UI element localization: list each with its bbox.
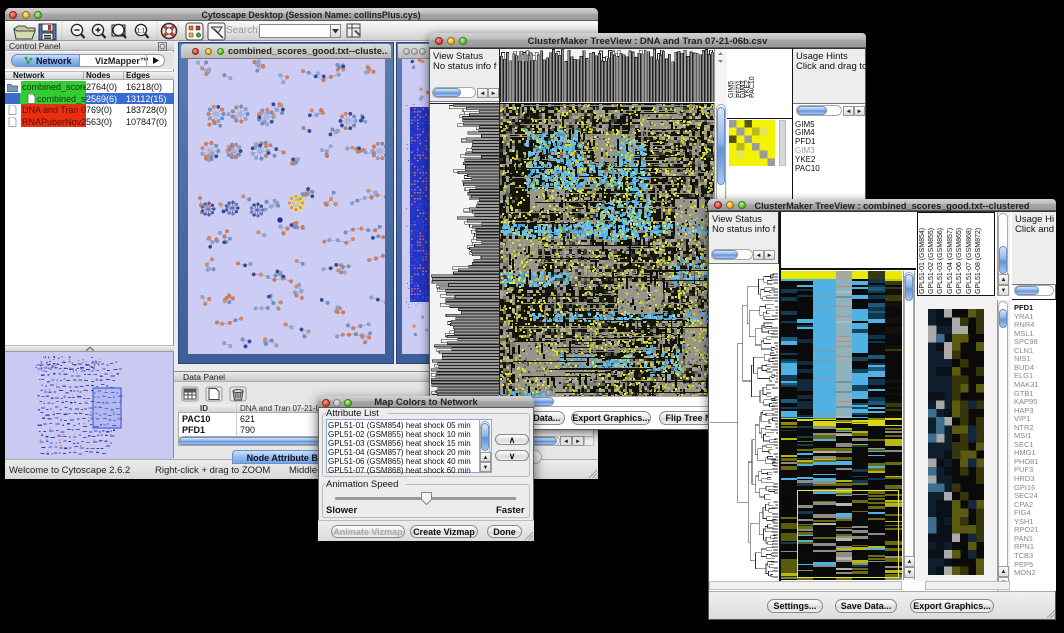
svg-text:1:1: 1:1 bbox=[137, 29, 146, 35]
